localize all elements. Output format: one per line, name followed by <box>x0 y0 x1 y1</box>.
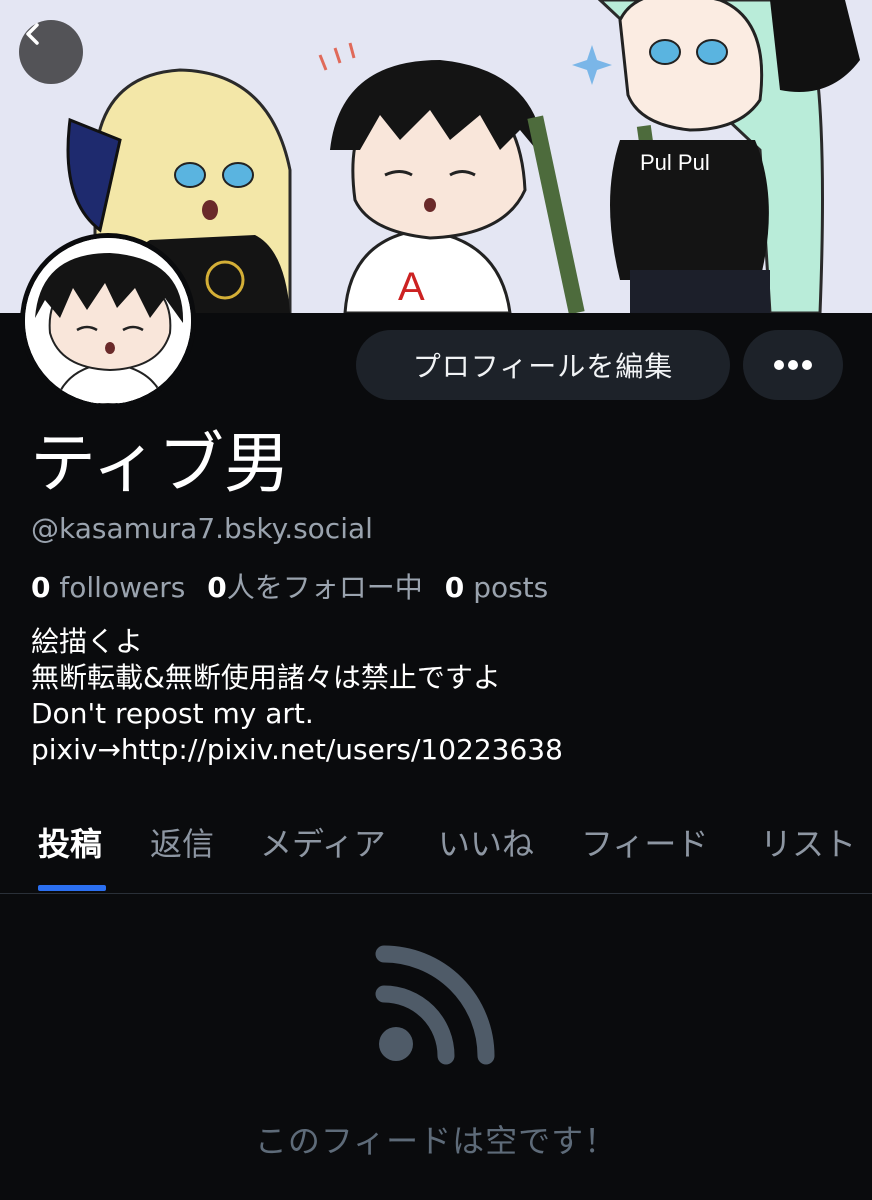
tab-likes[interactable]: いいね <box>438 812 534 894</box>
tab-posts[interactable]: 投稿 <box>38 812 102 894</box>
tab-media[interactable]: メディア <box>260 812 386 894</box>
following-label: 人をフォロー中 <box>226 571 423 604</box>
bio-link-line[interactable]: pixiv→http://pixiv.net/users/10223638 <box>31 732 563 768</box>
posts-count: 0 <box>444 571 465 604</box>
bio-line: Don't repost my art. <box>31 697 314 730</box>
tab-lists[interactable]: リスト <box>760 812 856 894</box>
tab-replies[interactable]: 返信 <box>150 812 214 894</box>
avatar-image <box>25 238 191 404</box>
display-name: ティブ男 <box>30 425 291 502</box>
following-count: 0 <box>207 571 227 604</box>
bio-line: 無断転載&無断使用諸々は禁止ですよ <box>31 661 501 694</box>
more-options-button[interactable] <box>743 330 843 400</box>
empty-feed-message: このフィードは空です！ <box>254 1122 618 1160</box>
followers-label: followers <box>59 571 186 604</box>
rss-feed-icon <box>375 945 495 1065</box>
ellipsis-horizontal-icon <box>774 360 812 370</box>
followers-stat[interactable]: 0 followers <box>31 570 185 606</box>
svg-text:A: A <box>398 265 425 309</box>
avatar[interactable] <box>20 233 196 409</box>
following-stat[interactable]: 0人をフォロー中 <box>207 570 423 606</box>
bio-line: 絵描くよ <box>31 625 144 658</box>
posts-stat: 0 posts <box>445 570 548 606</box>
back-button[interactable] <box>19 20 83 84</box>
active-tab-indicator <box>38 885 106 891</box>
svg-text:Pul Pul: Pul Pul <box>640 150 710 175</box>
chevron-left-icon <box>26 23 39 45</box>
posts-label: posts <box>473 571 549 604</box>
tab-feeds[interactable]: フィード <box>581 812 708 894</box>
profile-page: A Pul Pul プロフィールを編集 ティブ男 @kasamura7.bsky… <box>0 0 872 1200</box>
followers-count: 0 <box>31 571 51 604</box>
profile-handle: @kasamura7.bsky.social <box>31 512 373 545</box>
edit-profile-button[interactable]: プロフィールを編集 <box>356 330 730 400</box>
profile-tabs: 投稿 返信 メディア いいね フィード リスト <box>0 812 872 894</box>
profile-bio: 絵描くよ 無断転載&無断使用諸々は禁止ですよ Don't repost my a… <box>31 624 563 768</box>
profile-stats: 0 followers 0人をフォロー中 0 posts <box>31 570 570 606</box>
